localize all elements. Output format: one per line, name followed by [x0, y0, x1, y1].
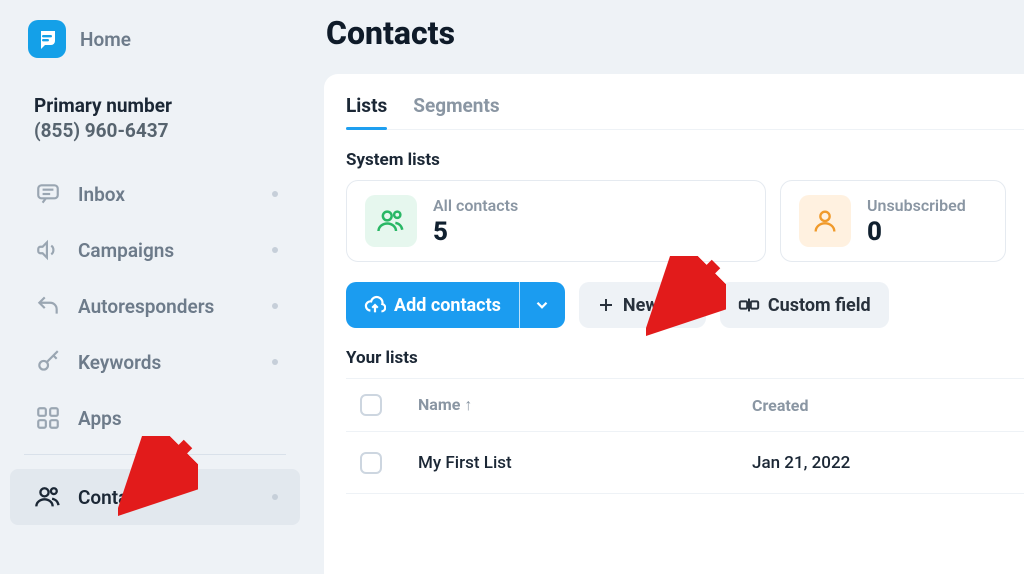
add-contacts-group: Add contacts — [346, 282, 565, 328]
nav-item-campaigns[interactable]: Campaigns — [10, 222, 300, 278]
row-checkbox[interactable] — [360, 452, 382, 474]
main: Contacts Lists Segments System lists All… — [310, 0, 1024, 564]
reply-icon — [34, 292, 62, 320]
primary-number-value: (855) 960-6437 — [34, 119, 300, 142]
new-list-button[interactable]: New list — [579, 282, 706, 328]
plus-icon — [597, 296, 615, 314]
system-lists-row: All contacts 5 Unsubscribed 0 — [346, 180, 1024, 262]
users-icon — [365, 195, 417, 247]
nav-label: Campaigns — [78, 239, 174, 262]
nav-item-contacts[interactable]: Contacts — [10, 469, 300, 525]
row-check — [346, 452, 418, 474]
megaphone-icon — [34, 236, 62, 264]
home-link[interactable]: Home — [80, 28, 131, 51]
button-label: Add contacts — [394, 295, 501, 316]
contacts-icon — [34, 483, 62, 511]
sort-asc-icon: ↑ — [464, 395, 472, 414]
user-icon — [799, 195, 851, 247]
dot-icon — [272, 191, 278, 197]
tab-lists[interactable]: Lists — [346, 94, 387, 129]
card-text: All contacts 5 — [433, 196, 518, 247]
dot-icon — [272, 303, 278, 309]
nav-label: Keywords — [78, 351, 161, 374]
logo-row[interactable]: Home — [10, 20, 300, 58]
card-label: Unsubscribed — [867, 196, 966, 215]
card-text: Unsubscribed 0 — [867, 196, 966, 247]
grid-icon — [34, 404, 62, 432]
key-icon — [34, 348, 62, 376]
app-logo-icon — [28, 20, 66, 58]
nav-label: Inbox — [78, 183, 125, 206]
upload-cloud-icon — [364, 294, 386, 316]
primary-number-title: Primary number — [34, 94, 300, 117]
tabs: Lists Segments — [346, 94, 1024, 130]
nav-list: Inbox Campaigns Autoresponders Keywords … — [10, 166, 300, 525]
system-lists-label: System lists — [346, 150, 1024, 170]
add-contacts-button[interactable]: Add contacts — [346, 282, 519, 328]
button-label: New list — [623, 295, 688, 316]
nav-item-autoresponders[interactable]: Autoresponders — [10, 278, 300, 334]
card-count: 5 — [433, 217, 518, 247]
select-all-checkbox[interactable] — [360, 394, 382, 416]
card-unsubscribed[interactable]: Unsubscribed 0 — [780, 180, 1006, 262]
chat-icon — [34, 180, 62, 208]
sidebar: Home Primary number (855) 960-6437 Inbox… — [0, 0, 310, 564]
card-label: All contacts — [433, 196, 518, 215]
dot-icon — [272, 359, 278, 365]
tab-segments[interactable]: Segments — [413, 94, 499, 129]
primary-number-block[interactable]: Primary number (855) 960-6437 — [10, 94, 300, 142]
col-created-label: Created — [752, 396, 808, 415]
chevron-down-icon — [533, 296, 551, 314]
table-header: Name↑ Created — [346, 378, 1024, 432]
nav-label: Apps — [78, 407, 122, 430]
row-created: Jan 21, 2022 — [752, 453, 1024, 473]
col-check — [346, 394, 418, 416]
custom-field-icon — [738, 294, 760, 316]
your-lists-label: Your lists — [346, 348, 1024, 368]
custom-field-button[interactable]: Custom field — [720, 282, 889, 328]
row-name: My First List — [418, 453, 752, 473]
page-title: Contacts — [326, 14, 1024, 52]
col-name-label: Name — [418, 395, 460, 414]
action-row: Add contacts New list Custom field — [346, 282, 1024, 328]
nav-item-keywords[interactable]: Keywords — [10, 334, 300, 390]
content-panel: Lists Segments System lists All contacts… — [324, 74, 1024, 574]
add-contacts-dropdown-button[interactable] — [519, 282, 565, 328]
col-name-header[interactable]: Name↑ — [418, 395, 752, 415]
table-row[interactable]: My First List Jan 21, 2022 — [346, 432, 1024, 494]
nav-item-apps[interactable]: Apps — [10, 390, 300, 446]
dot-icon — [272, 247, 278, 253]
nav-label: Contacts — [78, 486, 154, 509]
dot-icon — [272, 494, 278, 500]
divider — [24, 454, 286, 455]
nav-item-inbox[interactable]: Inbox — [10, 166, 300, 222]
col-created-header[interactable]: Created — [752, 396, 1024, 415]
card-count: 0 — [867, 217, 966, 247]
nav-label: Autoresponders — [78, 295, 214, 318]
card-all-contacts[interactable]: All contacts 5 — [346, 180, 766, 262]
button-label: Custom field — [768, 295, 871, 316]
